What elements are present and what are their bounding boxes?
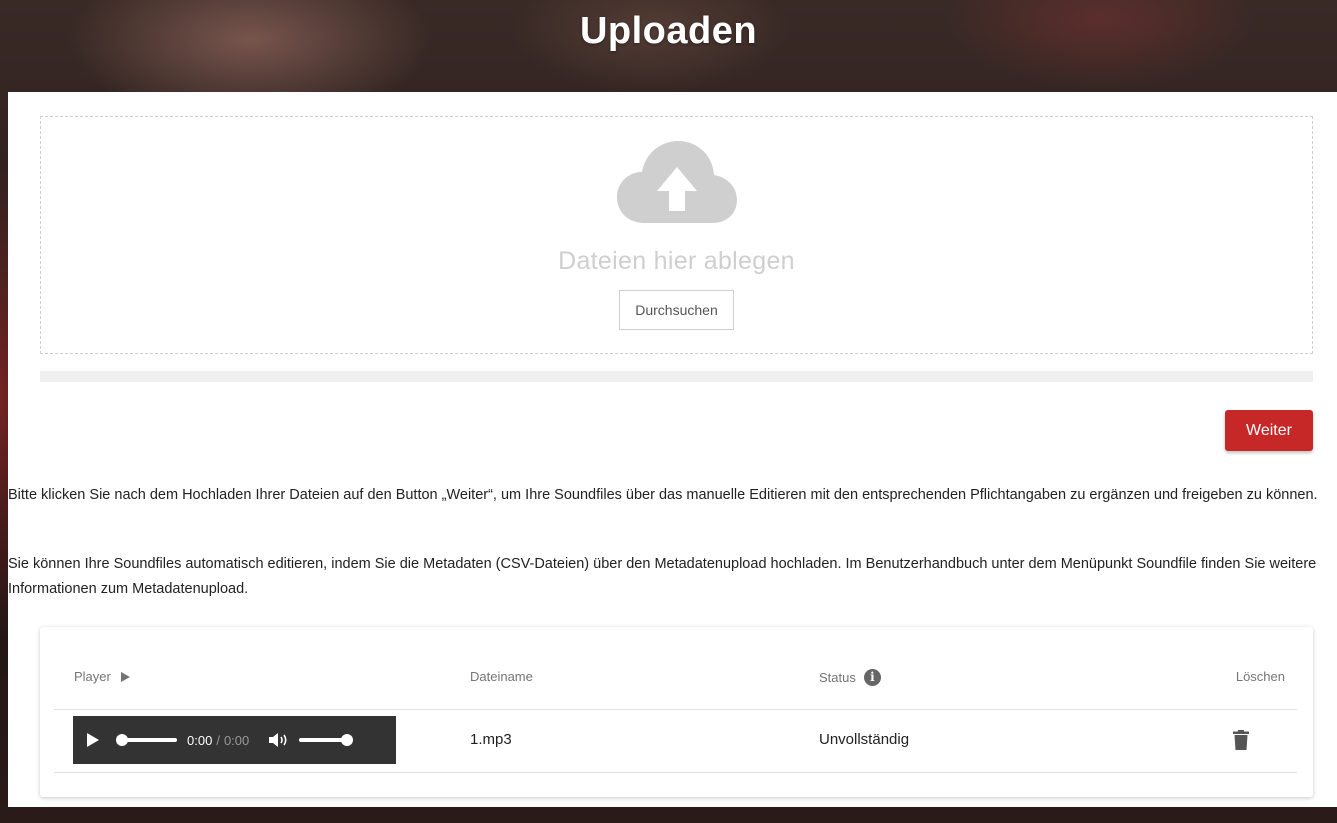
column-header-label: Löschen — [1235, 669, 1285, 684]
row-divider — [54, 772, 1297, 773]
page-title: Uploaden — [579, 10, 758, 52]
play-icon[interactable] — [87, 733, 99, 747]
upload-panel: Dateien hier ablegen Durchsuchen Weiter … — [8, 92, 1337, 807]
info-icon[interactable]: i — [863, 669, 881, 686]
file-name: 1.mp3 — [470, 731, 512, 748]
audio-player: 0:00 / 0:00 — [73, 716, 396, 764]
upload-progress-bar — [40, 371, 1313, 382]
cloud-upload-icon — [616, 141, 737, 223]
volume-slider[interactable] — [299, 734, 354, 746]
file-status: Unvollständig — [819, 731, 910, 748]
file-dropzone[interactable]: Dateien hier ablegen Durchsuchen — [40, 116, 1313, 354]
uploaded-files-table: Player Dateiname Status i Löschen 0:00 /… — [40, 627, 1313, 797]
seek-slider-thumb[interactable] — [116, 734, 128, 746]
header: Uploaden — [0, 0, 1337, 92]
info-paragraph-metadata: Sie können Ihre Soundfiles automatisch e… — [8, 556, 1317, 597]
row-divider — [54, 709, 1297, 710]
next-button[interactable]: Weiter — [1225, 410, 1313, 451]
column-header-label: Player — [74, 669, 111, 684]
info-paragraph-upload: Bitte klicken Sie nach dem Hochladen Ihr… — [8, 487, 1318, 503]
column-header-status: Status i — [819, 669, 881, 686]
dropzone-text: Dateien hier ablegen — [558, 247, 795, 275]
column-header-delete: Löschen — [1236, 669, 1285, 684]
volume-icon[interactable] — [269, 732, 291, 748]
play-icon[interactable] — [120, 671, 130, 682]
seek-slider[interactable] — [116, 734, 177, 746]
time-separator: / — [216, 732, 220, 748]
column-header-player[interactable]: Player — [74, 669, 130, 684]
volume-slider-thumb[interactable] — [341, 734, 354, 746]
browse-button[interactable]: Durchsuchen — [619, 290, 734, 330]
current-time: 0:00 — [187, 732, 213, 748]
column-header-label: Status — [819, 670, 856, 685]
trash-icon[interactable] — [1233, 730, 1249, 750]
column-header-label: Dateiname — [470, 669, 533, 684]
column-header-filename: Dateiname — [470, 669, 533, 684]
total-time: 0:00 — [223, 732, 250, 748]
